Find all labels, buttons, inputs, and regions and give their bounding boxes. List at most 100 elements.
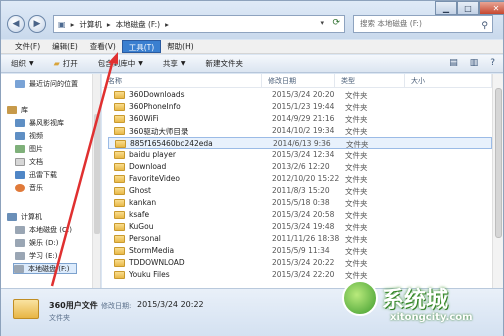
picture-icon [15, 144, 25, 153]
open-button[interactable]: ▰ 打开 [54, 58, 78, 69]
breadcrumb-drive[interactable]: 本地磁盘 (F:) [116, 19, 161, 30]
nav-item-pictures[interactable]: 图片 [15, 143, 43, 154]
file-name: kankan [129, 198, 157, 207]
file-row[interactable]: 360驱动大师目录 2014/10/2 19:34 文件夹 [108, 125, 492, 137]
search-input[interactable]: 搜索 本地磁盘 (F:) ⚲ [353, 15, 493, 33]
menu-help[interactable]: 帮助(H) [161, 40, 200, 53]
file-row[interactable]: Ghost 2011/8/3 15:20 文件夹 [108, 185, 492, 197]
nav-label: 娱乐 (D:) [29, 238, 59, 247]
file-row[interactable]: Personal 2011/11/26 18:38 文件夹 [108, 233, 492, 245]
selected-item-name: 360用户文件 [49, 301, 98, 310]
nav-item-music[interactable]: 音乐 [15, 182, 43, 193]
title-bar: ▁ □ ✕ ◀ ▶ ▣ ▸ 计算机 ▸ 本地磁盘 (F:) ▸ ▾ ⟳ 搜索 本… [1, 1, 504, 39]
search-icon[interactable]: ⚲ [481, 18, 488, 34]
hard-drive-icon [15, 251, 25, 260]
back-button[interactable]: ◀ [7, 15, 25, 33]
nav-label: 计算机 [21, 212, 42, 221]
file-row[interactable]: TDDOWNLOAD 2015/3/24 20:22 文件夹 [108, 257, 492, 269]
column-type[interactable]: 类型 [335, 74, 405, 88]
nav-item-drive-d[interactable]: 娱乐 (D:) [15, 237, 58, 248]
file-row[interactable]: FavoriteVideo 2012/10/20 15:22 文件夹 [108, 173, 492, 185]
column-name[interactable]: 名称 [102, 74, 262, 88]
nav-scrollbar[interactable] [92, 74, 100, 288]
nav-label: 本地磁盘 (C:) [29, 225, 72, 234]
menu-view[interactable]: 查看(V) [84, 40, 122, 53]
menu-file[interactable]: 文件(F) [9, 40, 46, 53]
menu-tools[interactable]: 工具(T) [121, 40, 162, 53]
file-row[interactable]: 360PhoneInfo 2015/1/23 19:44 文件夹 [108, 101, 492, 113]
nav-item-drive-f[interactable]: 本地磁盘 (F:) [13, 263, 77, 274]
file-date: 2014/10/2 19:34 [272, 126, 335, 135]
column-date[interactable]: 修改日期 [262, 74, 335, 88]
file-type: 文件夹 [345, 127, 368, 136]
scrollbar-thumb[interactable] [495, 88, 502, 238]
music-icon [15, 183, 25, 192]
nav-label: 学习 (E:) [29, 251, 58, 260]
address-bar[interactable]: ▣ ▸ 计算机 ▸ 本地磁盘 (F:) ▸ ▾ ⟳ [53, 15, 345, 33]
watermark-logo-icon [342, 280, 378, 316]
nav-label: 本地磁盘 (F:) [28, 264, 70, 273]
file-name: TDDOWNLOAD [129, 258, 185, 267]
menu-bar: 文件(F) 编辑(E) 查看(V) 工具(T) 帮助(H) [1, 40, 503, 54]
nav-item-recent[interactable]: 最近访问的位置 [15, 78, 78, 89]
chevron-down-icon[interactable]: ▾ [320, 19, 324, 27]
file-name: Ghost [129, 186, 152, 195]
forward-arrow-icon: ▶ [33, 19, 41, 29]
nav-item-baofeng[interactable]: 暴风影视库 [15, 117, 64, 128]
file-row[interactable]: kankan 2015/5/18 0:38 文件夹 [108, 197, 492, 209]
forward-button[interactable]: ▶ [28, 15, 46, 33]
menu-edit[interactable]: 编辑(E) [46, 40, 84, 53]
file-date: 2011/11/26 18:38 [272, 234, 340, 243]
nav-item-computer[interactable]: 计算机 [7, 211, 42, 222]
watermark: 系统城 xitongcity.com [342, 278, 502, 334]
view-options-icon[interactable]: ▤ [449, 58, 458, 68]
open-folder-icon: ▰ [53, 59, 60, 68]
maximize-button[interactable]: □ [457, 1, 479, 15]
file-row[interactable]: Download 2013/2/6 12:20 文件夹 [108, 161, 492, 173]
search-placeholder: 搜索 本地磁盘 (F:) [360, 19, 422, 28]
help-icon[interactable]: ? [490, 58, 495, 68]
file-row[interactable]: 360Downloads 2015/3/24 20:20 文件夹 [108, 89, 492, 101]
folder-icon [114, 259, 125, 267]
include-in-library-button[interactable]: 包含到库中 ▼ [98, 58, 143, 69]
minimize-button[interactable]: ▁ [435, 1, 457, 15]
folder-icon [114, 175, 125, 183]
file-type: 文件夹 [345, 175, 368, 184]
share-button[interactable]: 共享 ▼ [163, 58, 186, 69]
file-row[interactable]: baidu player 2015/3/24 12:34 文件夹 [108, 149, 492, 161]
file-row[interactable]: StormMedia 2015/5/9 11:34 文件夹 [108, 245, 492, 257]
preview-pane-icon[interactable]: ▥ [470, 58, 479, 68]
file-list-scrollbar[interactable] [492, 74, 503, 288]
computer-icon: ▣ [58, 19, 66, 29]
video-library-icon [15, 118, 25, 127]
nav-item-documents[interactable]: 文档 [15, 156, 43, 167]
navigation-pane: 最近访问的位置 库 暴风影视库 视频 图片 文档 迅雷下载 音乐 计算机 本地磁… [1, 74, 101, 288]
scrollbar-thumb[interactable] [94, 114, 100, 234]
new-folder-button[interactable]: 新建文件夹 [206, 58, 244, 69]
folder-icon [115, 140, 126, 148]
breadcrumb-computer[interactable]: 计算机 [79, 19, 102, 30]
nav-item-thunder[interactable]: 迅雷下载 [15, 169, 57, 180]
nav-item-drive-e[interactable]: 学习 (E:) [15, 250, 57, 261]
file-row[interactable]: ksafe 2015/3/24 20:58 文件夹 [108, 209, 492, 221]
file-name: FavoriteVideo [129, 174, 180, 183]
column-size[interactable]: 大小 [405, 74, 492, 88]
close-button[interactable]: ✕ [479, 1, 504, 15]
file-row[interactable]: 360WiFi 2014/9/29 21:16 文件夹 [108, 113, 492, 125]
file-row[interactable]: 885f165460bc242eda 2014/6/13 9:36 文件夹 [108, 137, 492, 149]
nav-label: 库 [21, 105, 28, 114]
file-name: 885f165460bc242eda [130, 139, 213, 148]
nav-item-library[interactable]: 库 [7, 104, 28, 115]
nav-item-drive-c[interactable]: 本地磁盘 (C:) [15, 224, 72, 235]
file-type: 文件夹 [345, 235, 368, 244]
file-type: 文件夹 [345, 115, 368, 124]
folder-icon [114, 235, 125, 243]
refresh-icon[interactable]: ⟳ [332, 18, 340, 28]
file-row[interactable]: KuGou 2015/3/24 19:48 文件夹 [108, 221, 492, 233]
file-type: 文件夹 [345, 199, 368, 208]
nav-label: 迅雷下载 [29, 170, 57, 179]
folder-icon [114, 103, 125, 111]
nav-item-videos[interactable]: 视频 [15, 130, 43, 141]
file-type: 文件夹 [345, 259, 368, 268]
organize-button[interactable]: 组织 ▼ [11, 58, 34, 69]
